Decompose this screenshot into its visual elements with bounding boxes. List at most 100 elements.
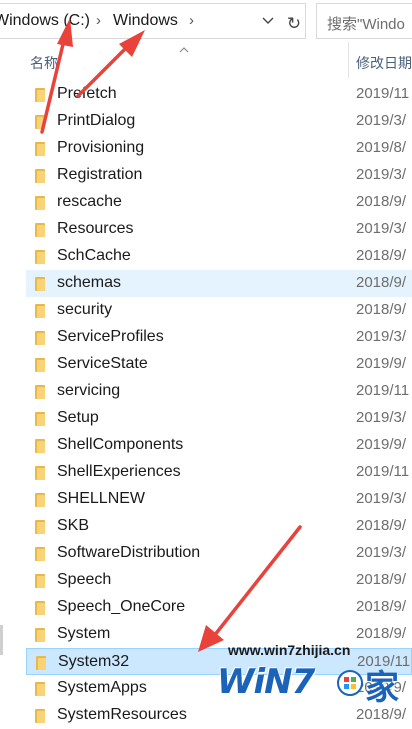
folder-icon (35, 601, 45, 615)
nav-pane-scroll-edge (0, 625, 3, 655)
file-name: Setup (57, 409, 99, 426)
breadcrumb-drive[interactable]: Windows (C:) (0, 12, 90, 30)
watermark-logo: WiN7 家 (217, 660, 409, 714)
folder-icon (35, 466, 45, 480)
column-divider[interactable] (348, 42, 349, 78)
list-item[interactable]: Provisioning 2019/8/ (26, 135, 412, 162)
file-date: 2019/3/ (356, 544, 407, 561)
file-date: 2019/3/ (356, 328, 407, 345)
file-name: SchCache (57, 247, 131, 264)
folder-icon (35, 223, 45, 237)
folder-icon (35, 493, 45, 507)
folder-icon (35, 628, 45, 642)
file-date: 2018/9/ (356, 193, 407, 210)
chevron-right-icon[interactable]: › (189, 12, 194, 29)
folder-icon (35, 169, 45, 183)
list-item[interactable]: Resources 2019/3/ (26, 216, 412, 243)
folder-icon (35, 304, 45, 318)
file-name: ShellExperiences (57, 463, 181, 480)
file-date: 2018/9/ (356, 274, 407, 291)
file-date: 2019/11 (356, 382, 410, 399)
file-name: security (57, 301, 113, 318)
folder-icon (35, 358, 45, 372)
list-item[interactable]: PrintDialog 2019/3/ (26, 108, 412, 135)
file-date: 2019/3/ (356, 112, 407, 129)
column-header-date[interactable]: 修改日期 (356, 53, 412, 73)
folder-icon (35, 385, 45, 399)
file-name: Registration (57, 166, 143, 183)
file-name: ShellComponents (57, 436, 184, 453)
file-name: servicing (57, 382, 121, 399)
windows-logo-icon (337, 670, 363, 696)
folder-icon (35, 142, 45, 156)
file-date: 2019/3/ (356, 409, 407, 426)
list-item[interactable]: Registration 2019/3/ (26, 162, 412, 189)
folder-icon (35, 520, 45, 534)
file-date: 2018/9/ (356, 571, 407, 588)
file-name: SHELLNEW (57, 490, 146, 507)
list-item[interactable]: Speech 2018/9/ (26, 567, 412, 594)
list-item[interactable]: Prefetch 2019/11 (26, 81, 412, 108)
list-item[interactable]: rescache 2018/9/ (26, 189, 412, 216)
chevron-right-icon[interactable]: › (96, 12, 101, 29)
file-date: 2019/9/ (356, 436, 407, 453)
file-date: 2018/9/ (356, 625, 407, 642)
refresh-icon[interactable]: ↻ (284, 14, 304, 34)
list-item[interactable]: SoftwareDistribution 2019/3/ (26, 540, 412, 567)
list-item[interactable]: SKB 2018/9/ (26, 513, 412, 540)
list-item[interactable]: ServiceState 2019/9/ (26, 351, 412, 378)
file-name: SKB (57, 517, 90, 534)
list-item[interactable]: ShellExperiences 2019/11 (26, 459, 412, 486)
file-name: ServiceProfiles (57, 328, 164, 345)
list-item[interactable]: Speech_OneCore 2018/9/ (26, 594, 412, 621)
breadcrumb-windows[interactable]: Windows (113, 12, 178, 30)
file-date: 2019/3/ (356, 490, 407, 507)
list-item[interactable]: Setup 2019/3/ (26, 405, 412, 432)
file-date: 2019/11 (356, 85, 410, 102)
file-name: PrintDialog (57, 112, 136, 129)
folder-icon (35, 682, 45, 696)
file-date: 2019/3/ (356, 220, 407, 237)
folder-icon (35, 277, 45, 291)
list-item[interactable]: SchCache 2018/9/ (26, 243, 412, 270)
file-name: ServiceState (57, 355, 148, 372)
watermark-logo-text: WiN7 (217, 662, 315, 702)
list-item[interactable]: ServiceProfiles 2019/3/ (26, 324, 412, 351)
file-date: 2018/9/ (356, 247, 407, 264)
folder-icon (35, 412, 45, 426)
search-placeholder: 搜索"Windo (327, 16, 405, 33)
list-item[interactable]: SHELLNEW 2019/3/ (26, 486, 412, 513)
file-name: rescache (57, 193, 122, 210)
list-item[interactable]: System 2018/9/ (26, 621, 412, 648)
folder-icon (35, 250, 45, 264)
file-name: Speech_OneCore (57, 598, 186, 615)
folder-icon (36, 656, 46, 670)
chevron-down-icon[interactable] (262, 14, 274, 28)
file-date: 2019/3/ (356, 166, 407, 183)
folder-icon (35, 331, 45, 345)
folder-icon (35, 547, 45, 561)
folder-icon (35, 115, 45, 129)
list-item[interactable]: ShellComponents 2019/9/ (26, 432, 412, 459)
file-date: 2018/9/ (356, 517, 407, 534)
breadcrumb[interactable]: Windows (C:) › Windows › ↻ (0, 3, 306, 39)
file-name: Speech (57, 571, 112, 588)
column-header-name[interactable]: 名称 (30, 53, 58, 73)
search-input[interactable]: 搜索"Windo (316, 3, 412, 39)
file-name: SoftwareDistribution (57, 544, 201, 561)
address-bar: Windows (C:) › Windows › ↻ 搜索"Windo (0, 0, 412, 42)
file-name: Resources (57, 220, 134, 237)
folder-icon (35, 574, 45, 588)
file-date: 2019/9/ (356, 355, 407, 372)
list-item[interactable]: security 2018/9/ (26, 297, 412, 324)
file-name: SystemApps (57, 679, 147, 696)
sort-ascending-icon[interactable] (179, 42, 189, 56)
column-header-row (0, 42, 412, 80)
folder-icon (35, 88, 45, 102)
watermark-logo-char: 家 (365, 668, 399, 708)
file-date: 2019/8/ (356, 139, 407, 156)
file-name: System32 (58, 653, 130, 670)
list-item[interactable]: schemas 2018/9/ (26, 270, 412, 297)
folder-icon (35, 196, 45, 210)
list-item[interactable]: servicing 2019/11 (26, 378, 412, 405)
